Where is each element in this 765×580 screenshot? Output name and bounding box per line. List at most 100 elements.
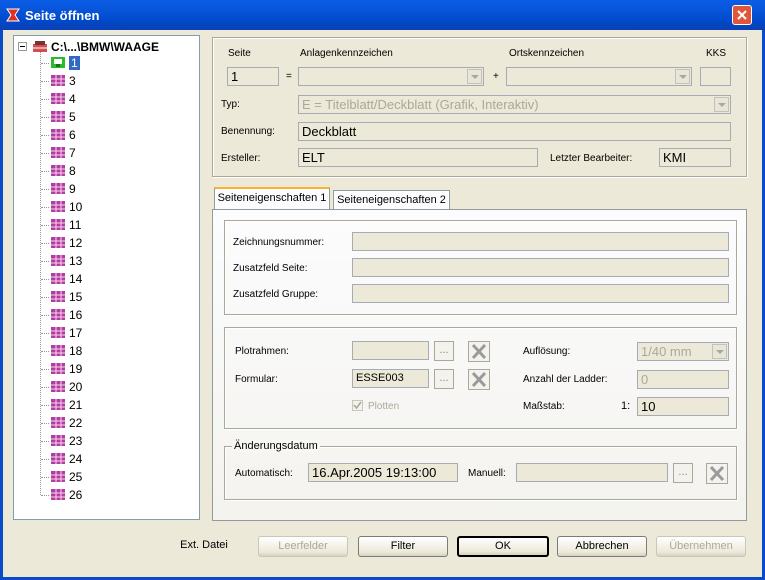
tree-item[interactable]: 18: [50, 342, 82, 359]
tree-item[interactable]: 23: [50, 432, 82, 449]
tab-seiteneigenschaften-1[interactable]: Seiteneigenschaften 1: [214, 187, 330, 210]
ersteller-field[interactable]: ELT: [298, 148, 538, 167]
zeichnung-field[interactable]: [352, 232, 729, 251]
chevron-down-icon[interactable]: [714, 97, 729, 112]
tree-item-label: 11: [69, 217, 82, 232]
ort-dropdown[interactable]: [506, 67, 692, 86]
abbrechen-button[interactable]: Abbrechen: [557, 536, 647, 557]
tree-item[interactable]: 11: [50, 216, 81, 233]
manuell-delete-icon[interactable]: [706, 463, 728, 484]
tree-item[interactable]: 19: [50, 360, 82, 377]
tree-item-label: 22: [69, 415, 83, 430]
seite-field[interactable]: 1: [227, 67, 279, 86]
page-icon: [51, 345, 65, 356]
plotrahmen-field[interactable]: [352, 341, 429, 360]
page-icon: [51, 363, 65, 374]
massstab-field[interactable]: 10: [637, 397, 729, 416]
close-button[interactable]: [732, 5, 752, 25]
tree-item[interactable]: 4: [50, 90, 76, 107]
tree-item[interactable]: 26: [50, 486, 82, 503]
manuell-field[interactable]: [516, 463, 668, 482]
tree-item[interactable]: 8: [50, 162, 76, 179]
tree-item-label: 13: [69, 253, 83, 268]
formular-field[interactable]: ESSE003: [352, 369, 429, 388]
page-icon: [51, 183, 65, 194]
anlage-label: Anlagenkennzeichen: [300, 48, 393, 59]
tree-item[interactable]: 1: [50, 54, 80, 71]
aufloesung-value: 1/40 mm: [641, 344, 692, 359]
tree-item[interactable]: 12: [50, 234, 82, 251]
ladder-label: Anzahl der Ladder:: [523, 374, 608, 385]
ext-datei-button[interactable]: Ext. Datei: [160, 536, 248, 557]
page-icon: [51, 309, 65, 320]
title-bar[interactable]: Seite öffnen: [0, 0, 765, 30]
plotrahmen-label: Plotrahmen:: [235, 346, 289, 357]
plotrahmen-browse-button[interactable]: ...: [434, 341, 454, 361]
anlage-dropdown[interactable]: [298, 67, 484, 86]
tree-item[interactable]: 17: [50, 324, 82, 341]
ort-label: Ortskennzeichen: [509, 48, 585, 59]
page-icon: [51, 255, 65, 266]
tree-collapse-toggle[interactable]: [18, 42, 27, 51]
manuell-browse-button[interactable]: ...: [673, 463, 693, 483]
tree-item[interactable]: 20: [50, 378, 82, 395]
tree-item-label: 15: [69, 289, 83, 304]
tree-item-label: 21: [69, 397, 83, 412]
auto-field[interactable]: 16.Apr.2005 19:13:00: [308, 463, 458, 482]
ladder-field[interactable]: 0: [637, 370, 729, 389]
tree-item-label: 24: [69, 451, 83, 466]
filter-button[interactable]: Filter: [358, 536, 448, 557]
ok-button[interactable]: OK: [457, 536, 549, 557]
page-icon: [51, 201, 65, 212]
tree-item[interactable]: 25: [50, 468, 82, 485]
tree-item[interactable]: 7: [50, 144, 76, 161]
typ-value: E = Titelblatt/Deckblatt (Grafik, Intera…: [302, 97, 539, 112]
plotten-checkbox[interactable]: [352, 400, 363, 411]
plotrahmen-delete-icon[interactable]: [468, 341, 490, 362]
page-icon: [51, 165, 65, 176]
benennung-field[interactable]: Deckblatt: [298, 122, 731, 141]
tree-item-label: 9: [69, 181, 76, 196]
tree-item[interactable]: 10: [50, 198, 82, 215]
tree-item[interactable]: 15: [50, 288, 82, 305]
leerfelder-button[interactable]: Leerfelder: [258, 536, 348, 557]
tree-item-label: 26: [69, 487, 83, 502]
tab-seiteneigenschaften-2[interactable]: Seiteneigenschaften 2: [333, 190, 450, 210]
formular-delete-icon[interactable]: [468, 369, 490, 390]
uebernehmen-button[interactable]: Übernehmen: [656, 536, 746, 557]
tree-item[interactable]: 6: [50, 126, 76, 143]
chevron-down-icon[interactable]: [467, 69, 482, 84]
zusatz-seite-field[interactable]: [352, 258, 729, 277]
zusatz-gruppe-field[interactable]: [352, 284, 729, 303]
bearbeiter-field[interactable]: KMI: [659, 148, 731, 167]
formular-label: Formular:: [235, 374, 278, 385]
tree-item[interactable]: 13: [50, 252, 82, 269]
tree-item[interactable]: 21: [50, 396, 82, 413]
page-tree[interactable]: C:\...\BMW\WAAGE 1 3 4 5 6 7 8 9 10 11 12 13 14 15 16 1…: [13, 35, 200, 520]
kks-field[interactable]: [700, 67, 731, 86]
tree-item-label: 5: [69, 109, 76, 124]
window-title: Seite öffnen: [25, 8, 100, 23]
tree-item[interactable]: 16: [50, 306, 82, 323]
app-icon: [6, 8, 20, 22]
formular-browse-button[interactable]: ...: [434, 369, 454, 389]
ersteller-label: Ersteller:: [221, 153, 261, 164]
typ-dropdown[interactable]: E = Titelblatt/Deckblatt (Grafik, Intera…: [298, 95, 731, 114]
page-icon: [51, 75, 65, 86]
tree-item[interactable]: 24: [50, 450, 82, 467]
tree-item[interactable]: 22: [50, 414, 82, 431]
eq-sign: =: [286, 71, 292, 82]
tree-item[interactable]: 3: [50, 72, 76, 89]
tree-item[interactable]: 14: [50, 270, 82, 287]
aufloesung-dropdown[interactable]: 1/40 mm: [637, 342, 729, 361]
aufloesung-label: Auflösung:: [523, 346, 571, 357]
tree-item-label: 4: [69, 91, 76, 106]
tree-root[interactable]: C:\...\BMW\WAAGE: [32, 38, 159, 55]
tree-item-label: 7: [69, 145, 76, 160]
tree-item[interactable]: 5: [50, 108, 76, 125]
page-icon: [51, 147, 65, 158]
tree-item-label: 10: [69, 199, 83, 214]
chevron-down-icon[interactable]: [675, 69, 690, 84]
tree-item[interactable]: 9: [50, 180, 76, 197]
chevron-down-icon[interactable]: [712, 344, 727, 359]
